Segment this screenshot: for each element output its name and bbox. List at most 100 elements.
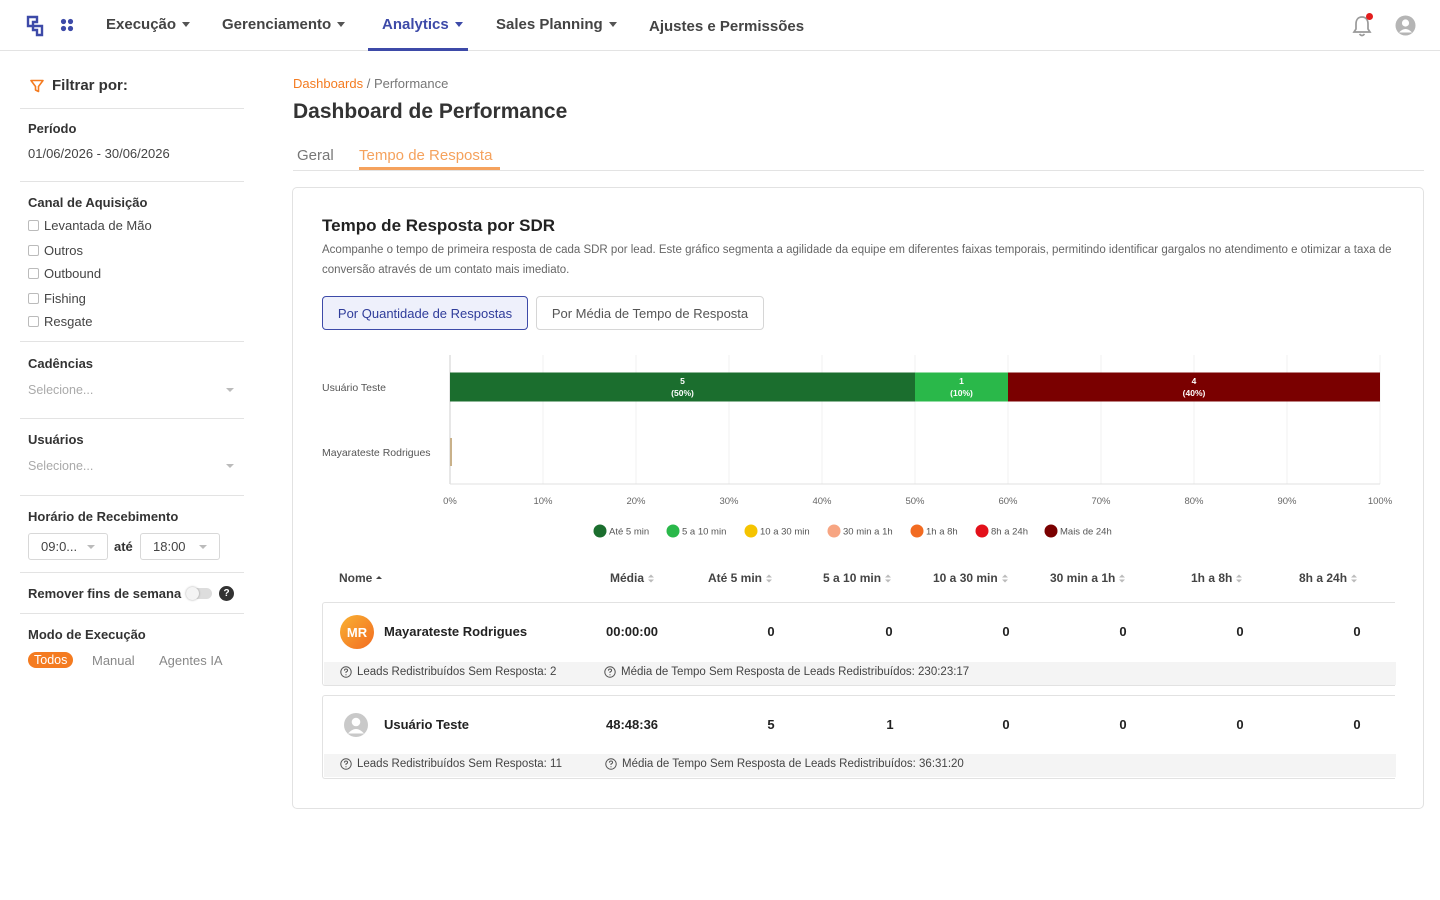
redistributed-avg-time-text: Média de Tempo Sem Resposta de Leads Red… xyxy=(622,758,964,770)
tab-geral[interactable]: Geral xyxy=(297,147,334,164)
nav-sales-planning[interactable]: Sales Planning xyxy=(496,16,617,33)
time-separator: até xyxy=(114,539,133,554)
bar-data-label: (10%) xyxy=(950,388,973,398)
column-header-30-min-a-1h[interactable]: 30 min a 1h xyxy=(1050,571,1126,585)
checkbox-icon[interactable] xyxy=(28,268,39,279)
nav-analytics[interactable]: Analytics xyxy=(382,16,463,33)
legend-swatch xyxy=(1044,524,1058,538)
users-placeholder: Selecione... xyxy=(28,459,94,473)
nav-execucao[interactable]: Execução xyxy=(106,16,191,33)
legend-label: Mais de 24h xyxy=(1060,527,1112,538)
average-time: 48:48:36 xyxy=(606,717,659,732)
mode-agentes-ia[interactable]: Agentes IA xyxy=(159,653,223,668)
mode-manual[interactable]: Manual xyxy=(92,653,135,668)
row-footer: Leads Redistribuídos Sem Resposta: 2 Méd… xyxy=(324,662,1396,685)
table-row[interactable]: MR Mayarateste Rodrigues 00:00:00 0 0 0 … xyxy=(322,602,1396,686)
legend-label: 1h a 8h xyxy=(926,527,958,538)
divider xyxy=(20,572,244,573)
column-header-ate-5-min[interactable]: Até 5 min xyxy=(708,571,773,585)
mode-todos[interactable]: Todos xyxy=(28,652,74,668)
top-navbar: Execução Gerenciamento Analytics Sales P… xyxy=(0,0,1440,51)
count-ate-5-min: 5 xyxy=(767,717,775,732)
count-1h-a-8h: 0 xyxy=(1236,624,1244,639)
time-to-select[interactable]: 18:00 xyxy=(140,533,220,560)
x-tick-label: 20% xyxy=(626,496,646,507)
redistributed-unanswered: Leads Redistribuídos Sem Resposta: 11 xyxy=(340,758,562,770)
column-header-1h-a-8h[interactable]: 1h a 8h xyxy=(1191,571,1243,585)
column-header-8h-a-24h[interactable]: 8h a 24h xyxy=(1299,571,1358,585)
sort-icon xyxy=(885,574,892,582)
channel-option-label: Outbound xyxy=(44,266,102,281)
channel-checkbox-resgate[interactable]: Resgate xyxy=(28,314,92,329)
breadcrumb: Dashboards / Performance xyxy=(293,76,448,91)
channel-checkbox-fishing[interactable]: Fishing xyxy=(28,291,86,306)
channel-checkbox-outros[interactable]: Outros xyxy=(28,243,83,258)
x-tick-label: 50% xyxy=(905,496,925,507)
sort-icon xyxy=(1001,574,1008,582)
redistributed-avg-time: Média de Tempo Sem Resposta de Leads Red… xyxy=(605,758,964,770)
legend-swatch xyxy=(975,524,989,538)
bar-data-label: 5 xyxy=(680,376,685,386)
help-icon[interactable]: ? xyxy=(219,586,234,601)
category-label: Mayarateste Rodrigues xyxy=(322,447,431,459)
count-30-min-a-1h: 0 xyxy=(1119,717,1127,732)
table-row[interactable]: Usuário Teste 48:48:36 5 1 0 0 0 0 Leads… xyxy=(322,695,1396,779)
users-select[interactable]: Selecione... xyxy=(28,459,234,473)
breadcrumb-dashboards-link[interactable]: Dashboards xyxy=(293,76,363,91)
checkbox-icon[interactable] xyxy=(28,316,39,327)
channel-checkbox-levantada[interactable]: Levantada de Mão xyxy=(28,218,152,233)
x-tick-label: 0% xyxy=(443,496,457,507)
count-5-a-10-min: 0 xyxy=(885,624,893,639)
column-header-10-a-30-min[interactable]: 10 a 30 min xyxy=(933,571,1008,585)
tabs-divider xyxy=(293,170,1424,171)
avatar: MR xyxy=(340,615,374,649)
column-header-5-a-10-min[interactable]: 5 a 10 min xyxy=(823,571,892,585)
average-time: 00:00:00 xyxy=(606,624,659,639)
chevron-down-icon xyxy=(199,544,207,549)
sort-icon xyxy=(1236,574,1243,582)
response-time-chart: 0% 10% 20% 30% 40% 50% 60% 70% 80% 90% 100% Usuário… xyxy=(322,355,1393,538)
user-avatar-icon[interactable] xyxy=(1395,15,1416,36)
checkbox-icon[interactable] xyxy=(28,293,39,304)
column-header-nome[interactable]: Nome xyxy=(339,571,383,585)
legend-label: 5 a 10 min xyxy=(682,527,726,538)
weekend-toggle[interactable] xyxy=(186,587,212,600)
channel-option-label: Levantada de Mão xyxy=(44,218,152,233)
legend-swatch xyxy=(827,524,841,538)
weekend-label: Remover fins de semana xyxy=(28,586,182,601)
filter-icon xyxy=(30,79,44,92)
column-header-media[interactable]: Média xyxy=(610,571,655,585)
users-label: Usuários xyxy=(28,432,84,447)
row-footer: Leads Redistribuídos Sem Resposta: 11 Mé… xyxy=(324,754,1396,777)
legend-swatch xyxy=(666,524,680,538)
mode-label: Modo de Execução xyxy=(28,627,146,642)
count-8h-a-24h: 0 xyxy=(1353,624,1361,639)
time-from-select[interactable]: 09:0... xyxy=(28,533,108,560)
checkbox-icon[interactable] xyxy=(28,245,39,256)
column-header-label: 5 a 10 min xyxy=(823,571,882,585)
cadences-label: Cadências xyxy=(28,356,94,371)
divider xyxy=(20,341,244,342)
chevron-down-icon xyxy=(182,22,191,27)
redistributed-unanswered: Leads Redistribuídos Sem Resposta: 2 xyxy=(340,666,556,678)
question-circle-icon xyxy=(605,758,617,770)
nav-ajustes-permissoes[interactable]: Ajustes e Permissões xyxy=(649,18,804,35)
sort-icon xyxy=(648,574,655,582)
count-ate-5-min: 0 xyxy=(767,624,775,639)
apps-grid-icon[interactable] xyxy=(60,18,74,32)
filter-header: Filtrar por: xyxy=(30,77,128,94)
bar-data-label: 4 xyxy=(1192,376,1197,386)
period-date-range[interactable]: 01/06/2026 - 30/06/2026 xyxy=(28,146,170,161)
empty-bar-marker xyxy=(450,438,452,466)
x-tick-label: 30% xyxy=(719,496,739,507)
count-10-a-30-min: 0 xyxy=(1002,624,1010,639)
column-header-label: Média xyxy=(610,571,645,585)
count-5-a-10-min: 1 xyxy=(886,717,894,732)
channel-checkbox-outbound[interactable]: Outbound xyxy=(28,266,101,281)
column-header-label: 10 a 30 min xyxy=(933,571,998,585)
cadences-select[interactable]: Selecione... xyxy=(28,383,234,397)
tab-tempo-de-resposta[interactable]: Tempo de Resposta xyxy=(359,147,492,164)
app-logo-icon[interactable] xyxy=(26,15,44,37)
checkbox-icon[interactable] xyxy=(28,220,39,231)
nav-gerenciamento[interactable]: Gerenciamento xyxy=(222,16,346,33)
